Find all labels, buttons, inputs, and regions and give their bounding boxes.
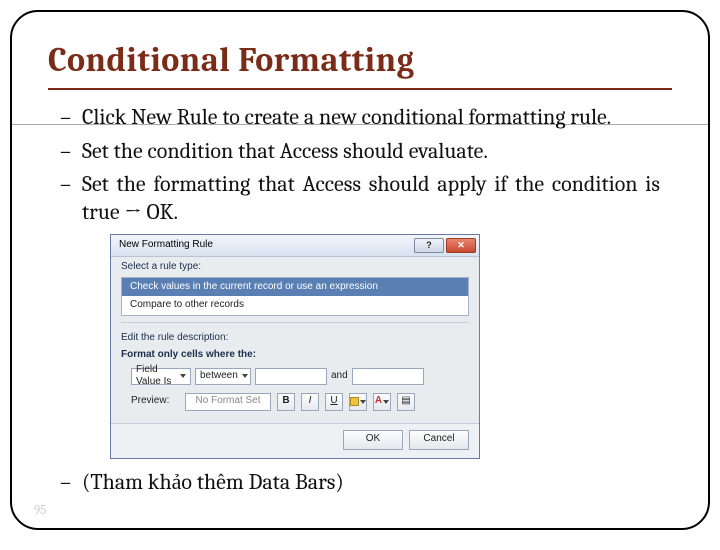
font-color-button[interactable]: A	[373, 393, 391, 411]
format-only-label: Format only cells where the:	[121, 347, 469, 365]
new-formatting-rule-dialog: New Formatting Rule ? ✕ Select a rule ty…	[110, 234, 480, 459]
chevron-down-icon	[360, 400, 366, 404]
operator-combo[interactable]: between	[195, 368, 251, 385]
preview-box: No Format Set	[185, 393, 271, 411]
italic-button[interactable]: I	[301, 393, 319, 411]
chevron-down-icon	[383, 400, 389, 404]
fill-color-button[interactable]	[349, 393, 367, 411]
dialog-titlebar[interactable]: New Formatting Rule ? ✕	[111, 235, 479, 257]
rule-type-list[interactable]: Check values in the current record or us…	[121, 277, 469, 316]
field-value-combo[interactable]: Field Value Is	[131, 368, 191, 385]
operator-text: between	[200, 370, 238, 383]
ok-label: OK	[366, 433, 380, 446]
ok-button[interactable]: OK	[343, 430, 403, 450]
rule-type-option-selected[interactable]: Check values in the current record or us…	[122, 278, 468, 297]
window-buttons: ? ✕	[414, 238, 476, 253]
bullet-1: Click New Rule to create a new condition…	[82, 104, 660, 132]
bars-icon: ▤	[401, 395, 410, 408]
underline-icon: U	[330, 395, 337, 408]
cancel-label: Cancel	[423, 433, 454, 446]
value2-input[interactable]	[352, 368, 424, 385]
bullet-2: Set the condition that Access should eva…	[82, 138, 660, 166]
bullet-3: Set the formatting that Access should ap…	[82, 171, 660, 226]
page-title: Conditional Formatting	[48, 40, 672, 90]
help-button[interactable]: ?	[414, 238, 444, 253]
body: Click New Rule to create a new condition…	[12, 90, 708, 496]
preview-label: Preview:	[131, 395, 179, 408]
dialog-footer: OK Cancel	[111, 423, 479, 458]
preview-row: Preview: No Format Set B I U A ▤	[121, 389, 469, 419]
font-color-icon: A	[375, 395, 382, 408]
underline-button[interactable]: U	[325, 393, 343, 411]
and-label: and	[331, 370, 348, 383]
chevron-down-icon	[242, 374, 248, 378]
slide-frame: Conditional Formatting Click New Rule to…	[10, 10, 710, 530]
value1-input[interactable]	[255, 368, 327, 385]
bullet-4: (Tham khảo thêm Data Bars)	[82, 469, 660, 497]
condition-row: Field Value Is between and	[121, 365, 469, 389]
bold-icon: B	[282, 395, 289, 408]
dialog-title: New Formatting Rule	[119, 239, 213, 252]
page-number: 95	[34, 503, 46, 518]
field-value-text: Field Value Is	[136, 364, 176, 389]
italic-icon: I	[309, 395, 312, 408]
preview-text: No Format Set	[195, 395, 260, 408]
select-rule-type-label: Select a rule type:	[111, 257, 479, 277]
close-button[interactable]: ✕	[446, 238, 476, 253]
conditional-format-extra-button[interactable]: ▤	[397, 393, 415, 411]
fill-color-icon	[350, 397, 359, 406]
close-icon: ✕	[457, 240, 465, 251]
title-area: Conditional Formatting	[12, 12, 708, 90]
edit-rule-description-label: Edit the rule description:	[121, 328, 469, 348]
rule-description-section: Edit the rule description: Format only c…	[121, 322, 469, 419]
chevron-down-icon	[180, 374, 186, 378]
bold-button[interactable]: B	[277, 393, 295, 411]
cancel-button[interactable]: Cancel	[409, 430, 469, 450]
rule-type-option-compare[interactable]: Compare to other records	[122, 296, 468, 315]
